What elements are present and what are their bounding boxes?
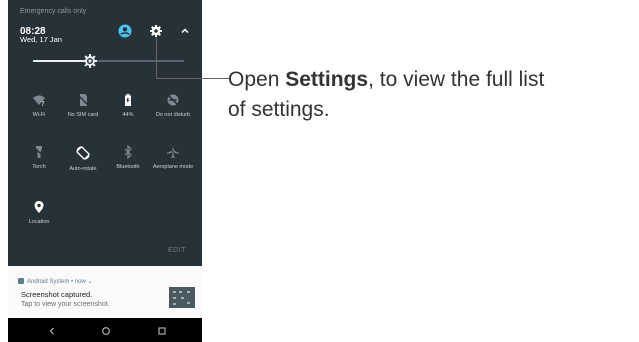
no-sim-icon <box>77 94 89 106</box>
clock-date: Wed, 17 Jan <box>20 35 62 44</box>
callout-leader-line <box>156 37 157 78</box>
home-icon[interactable] <box>100 324 112 336</box>
callout-leader-line <box>156 78 229 79</box>
brightness-slider-thumb[interactable] <box>82 53 98 69</box>
wifi-icon: ? <box>33 95 45 107</box>
back-icon[interactable] <box>46 324 58 336</box>
settings-callout: Open Settings, to view the full list of … <box>228 68 545 121</box>
notification-card[interactable]: Android System • now ⌄ Screenshot captur… <box>8 266 202 318</box>
tile-label: Torch <box>32 164 46 170</box>
tile-label: No SIM card <box>67 112 99 118</box>
tile-location[interactable]: Location <box>17 200 61 226</box>
settings-emphasis: Settings <box>285 68 369 91</box>
tile-label: Auto-rotate <box>69 166 97 172</box>
screenshot-app-icon <box>18 278 24 284</box>
notification-header: Android System • now ⌄ <box>18 278 93 285</box>
recents-icon[interactable] <box>156 324 168 336</box>
aeroplane-icon <box>167 146 179 158</box>
tile-label: Do not disturb <box>155 112 191 118</box>
tile-aeroplane-mode[interactable]: Aeroplane mode <box>151 145 195 171</box>
tile-torch[interactable]: Torch <box>17 145 61 171</box>
location-icon <box>34 201 44 213</box>
tile-label: Bluetooth <box>116 164 140 170</box>
tile-wifi[interactable]: ? Wi-Fi <box>17 93 61 119</box>
settings-gear-icon[interactable] <box>149 24 163 38</box>
notification-meta: • now ⌄ <box>69 279 93 285</box>
status-text: Emergency calls only <box>20 8 87 15</box>
tile-battery[interactable]: 44% <box>106 93 150 119</box>
do-not-disturb-icon <box>167 94 179 106</box>
edit-button[interactable]: EDIT <box>168 247 186 254</box>
torch-icon <box>33 146 45 158</box>
account-icon[interactable] <box>118 24 132 38</box>
tile-no-sim[interactable]: No SIM card <box>61 93 105 119</box>
tile-label: Location <box>28 219 50 225</box>
notification-text: Tap to view your screenshot. <box>21 301 110 308</box>
tile-label: Wi-Fi <box>32 112 46 118</box>
tile-auto-rotate[interactable]: Auto-rotate <box>61 145 105 173</box>
auto-rotate-icon <box>76 146 90 160</box>
tile-label: Aeroplane mode <box>152 164 194 170</box>
notification-title: Screenshot captured. <box>21 290 93 299</box>
notification-app-name: Android System <box>27 279 70 285</box>
svg-text:?: ? <box>41 100 45 107</box>
chevron-up-icon[interactable] <box>178 24 192 38</box>
tile-label: 44% <box>122 112 134 118</box>
tile-bluetooth[interactable]: Bluetooth <box>106 145 150 171</box>
tile-do-not-disturb[interactable]: Do not disturb <box>151 93 195 119</box>
battery-icon <box>125 94 131 106</box>
screenshot-thumbnail <box>169 287 195 308</box>
navigation-bar <box>8 318 202 342</box>
bluetooth-icon <box>124 145 132 159</box>
